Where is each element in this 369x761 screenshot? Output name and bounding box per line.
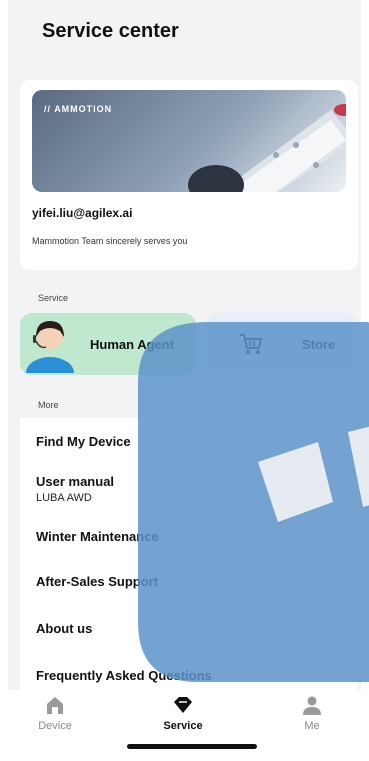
bottom-tab-bar: Device Service Me: [0, 690, 369, 761]
more-list: Find My Device User manual LUBA AWD Wint…: [20, 418, 358, 698]
agent-avatar: [26, 321, 74, 373]
user-email: yifei.liu@agilex.ai: [32, 206, 133, 220]
home-indicator: [127, 744, 257, 749]
service-icon: [174, 697, 192, 713]
store-label: Store: [302, 337, 336, 352]
service-center-screen: Service center // AMMOTION yifei.liu@agi…: [0, 0, 369, 761]
faq-item[interactable]: Frequently Asked Questions: [36, 668, 212, 683]
profile-tagline: Mammotion Team sincerely serves you: [32, 236, 188, 246]
me-icon: [303, 696, 321, 715]
tab-me-label: Me: [304, 720, 320, 732]
tab-me[interactable]: Me: [272, 694, 352, 744]
profile-banner: // AMMOTION: [32, 90, 346, 192]
store-button[interactable]: Store: [206, 313, 358, 375]
banner-mower-illustration: [188, 104, 346, 192]
brand-logo: // AMMOTION: [44, 104, 112, 114]
service-row: Human Agent Store: [20, 313, 358, 375]
user-manual-subtitle: LUBA AWD: [36, 492, 92, 504]
frame-right: [361, 0, 369, 761]
human-agent-label: Human Agent: [90, 337, 175, 352]
tab-service-label: Service: [163, 720, 203, 732]
tab-service[interactable]: Service: [143, 694, 223, 744]
profile-card[interactable]: // AMMOTION yifei.liu@agilex.ai Mammotio…: [20, 80, 358, 270]
brand-logo-text: AMMOTION: [54, 104, 113, 114]
after-sales-support-item[interactable]: After-Sales Support: [36, 574, 158, 589]
device-icon: [47, 697, 63, 714]
frame-left: [0, 0, 8, 761]
more-section-label: More: [38, 400, 59, 410]
user-manual-item[interactable]: User manual: [36, 474, 114, 489]
about-us-item[interactable]: About us: [36, 621, 92, 636]
page-title: Service center: [42, 20, 179, 42]
brand-logo-mark: //: [44, 104, 52, 114]
find-my-device-item[interactable]: Find My Device: [36, 434, 131, 449]
cart-icon: [240, 334, 262, 354]
tab-device-label: Device: [38, 720, 72, 732]
winter-maintenance-item[interactable]: Winter Maintenance: [36, 529, 159, 544]
human-agent-button[interactable]: Human Agent: [20, 313, 196, 375]
tab-device[interactable]: Device: [15, 694, 95, 744]
service-section-label: Service: [38, 293, 69, 303]
